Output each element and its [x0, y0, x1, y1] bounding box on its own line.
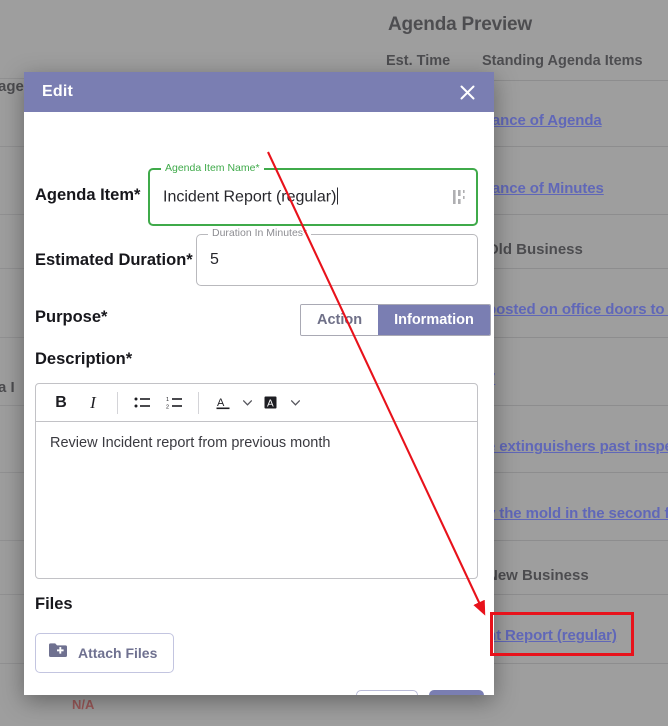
description-label: Description* — [35, 350, 133, 368]
edit-agenda-item-dialog: Edit Agenda Item* Agenda Item Name* Inci… — [24, 72, 494, 695]
description-input[interactable]: Review Incident report from previous mon… — [36, 422, 477, 464]
screenshot-root: Agenda Preview Est. Time Standing Agenda… — [0, 0, 668, 726]
agenda-link-fire-extinguishers[interactable]: e extinguishers past inspec — [487, 438, 668, 455]
close-icon[interactable] — [454, 79, 480, 105]
chevron-down-icon[interactable] — [288, 389, 302, 417]
estimated-duration-legend: Duration In Minutes* — [208, 227, 312, 239]
dialog-body: Agenda Item* Agenda Item Name* Incident … — [24, 112, 494, 695]
estimated-duration-input[interactable]: 5 — [210, 251, 219, 269]
files-label: Files — [35, 595, 73, 613]
attach-files-label: Attach Files — [78, 645, 158, 661]
agenda-link-acceptance-of-minutes[interactable]: tance of Minutes — [487, 180, 604, 197]
dialog-header: Edit — [24, 72, 494, 112]
agenda-link-mold-second-floor[interactable]: y the mold in the second flo — [487, 505, 668, 522]
toolbar-divider — [117, 391, 118, 414]
save-button[interactable]: Save — [429, 690, 484, 695]
na-value: N/A — [72, 697, 95, 712]
italic-icon[interactable]: I — [78, 389, 108, 417]
purpose-toggle-group[interactable]: Action Information — [300, 304, 491, 336]
estimated-duration-label: Estimated Duration* — [35, 251, 193, 269]
numbered-list-icon[interactable]: 1 2 — [159, 389, 189, 417]
svg-text:A: A — [267, 398, 274, 409]
svg-text:1: 1 — [166, 397, 169, 403]
folder-plus-icon — [48, 642, 68, 664]
svg-text:A: A — [217, 397, 225, 409]
agenda-link-acceptance-of-agenda[interactable]: tance of Agenda — [487, 112, 602, 129]
cancel-button[interactable]: Cancel — [356, 690, 418, 695]
estimated-duration-input-wrapper[interactable]: Duration In Minutes* 5 — [196, 227, 478, 286]
agenda-item-label: Agenda Item* — [35, 186, 141, 204]
purpose-option-information[interactable]: Information — [378, 305, 490, 335]
editor-toolbar: B I 1 2 A A — [36, 384, 477, 422]
toolbar-divider — [198, 391, 199, 414]
text-color-icon[interactable]: A — [208, 389, 238, 417]
purpose-option-action[interactable]: Action — [301, 305, 379, 335]
purpose-label: Purpose* — [35, 308, 108, 326]
column-header-standing-items: Standing Agenda Items — [482, 53, 643, 69]
dialog-title: Edit — [42, 83, 74, 100]
attach-files-button[interactable]: Attach Files — [35, 633, 175, 673]
column-header-est-time: Est. Time — [386, 53, 451, 69]
agenda-link-office-doors[interactable]: posted on office doors to re — [487, 301, 668, 318]
agenda-item-input[interactable]: Incident Report (regular) — [163, 187, 339, 207]
left-fragment-text: a I — [0, 379, 15, 396]
description-rich-text-editor[interactable]: B I 1 2 A A Review Incident report from … — [35, 383, 478, 579]
agenda-item-legend: Agenda Item Name* — [161, 162, 264, 174]
page-title: Agenda Preview — [388, 14, 532, 35]
agenda-item-input-wrapper[interactable]: Agenda Item Name* Incident Report (regul… — [148, 162, 478, 226]
bullet-list-icon[interactable] — [127, 389, 157, 417]
svg-text:2: 2 — [166, 404, 169, 410]
resize-handle-icon[interactable] — [452, 189, 466, 205]
red-highlight-box — [490, 612, 634, 656]
bold-icon[interactable]: B — [46, 389, 76, 417]
agenda-section-new-business: New Business — [487, 567, 589, 584]
highlight-color-icon[interactable]: A — [256, 389, 286, 417]
agenda-section-old-business: Old Business — [487, 241, 583, 258]
left-fragment-text: age — [0, 78, 24, 95]
chevron-down-icon[interactable] — [240, 389, 254, 417]
